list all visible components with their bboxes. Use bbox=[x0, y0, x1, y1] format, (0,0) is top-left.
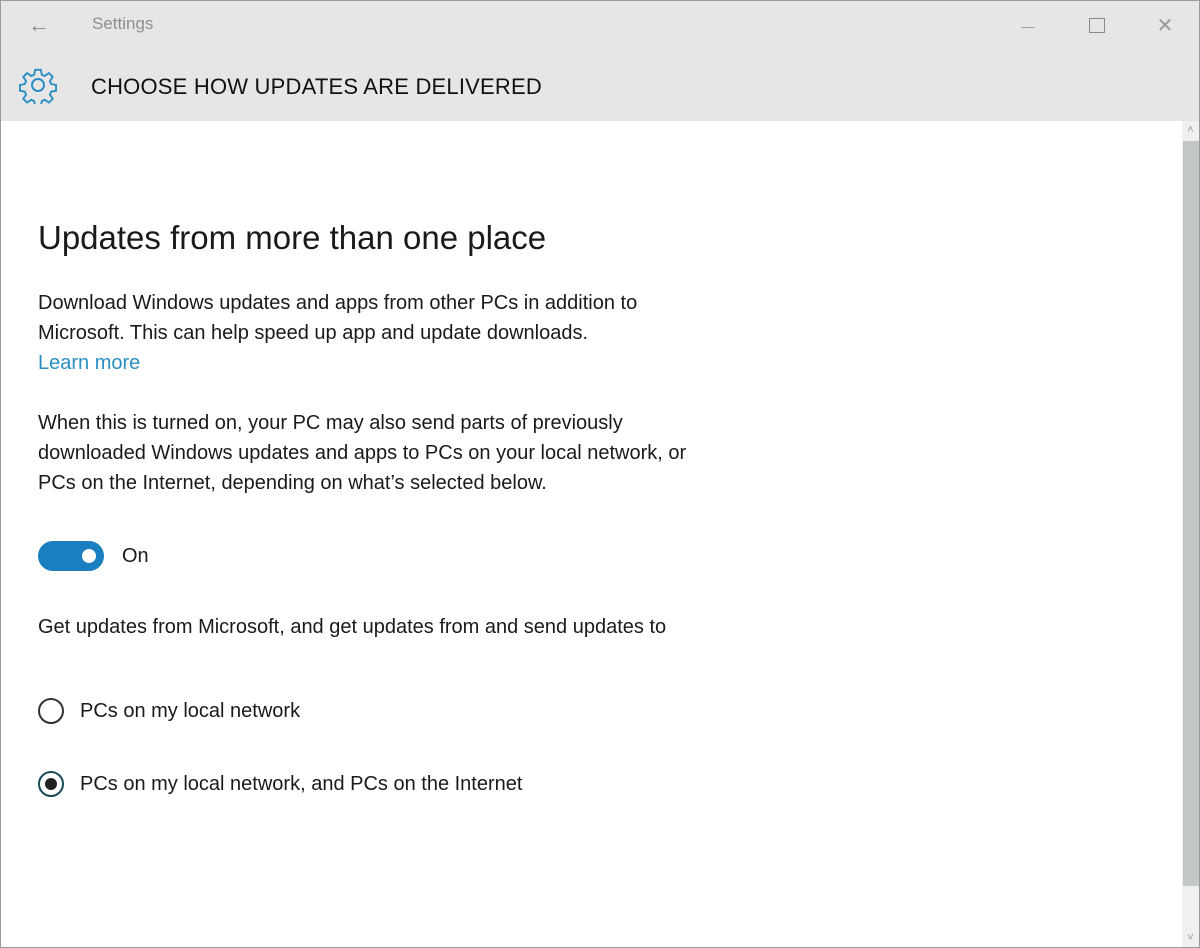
radio-local-and-internet[interactable]: PCs on my local network, and PCs on the … bbox=[38, 771, 522, 797]
app-title: Settings bbox=[92, 14, 154, 33]
delivery-optimization-toggle-row: On bbox=[38, 541, 149, 571]
info-text: When this is turned on, your PC may also… bbox=[38, 412, 687, 494]
maximize-button[interactable] bbox=[1074, 9, 1120, 41]
chevron-up-icon: ˄ bbox=[1187, 124, 1194, 136]
close-button[interactable]: ✕ bbox=[1142, 9, 1188, 41]
scroll-thumb[interactable] bbox=[1183, 141, 1199, 886]
description-text: Download Windows updates and apps from o… bbox=[38, 292, 638, 344]
toggle-state-label: On bbox=[122, 544, 149, 567]
radio-label: PCs on my local network, and PCs on the … bbox=[80, 772, 523, 795]
maximize-icon bbox=[1089, 17, 1105, 33]
minimize-button[interactable] bbox=[1005, 9, 1051, 41]
learn-more-link[interactable]: Learn more bbox=[38, 348, 140, 378]
radio-label: PCs on my local network bbox=[80, 699, 301, 722]
page-header: CHOOSE HOW UPDATES ARE DELIVERED bbox=[1, 49, 1199, 121]
scroll-up-button[interactable]: ˄ bbox=[1182, 121, 1199, 139]
settings-window: ← Settings ✕ CHOOSE HOW UPDATES ARE DELI… bbox=[0, 0, 1200, 948]
page-title: CHOOSE HOW UPDATES ARE DELIVERED bbox=[91, 74, 542, 99]
radio-prompt: Get updates from Microsoft, and get upda… bbox=[38, 616, 667, 638]
minimize-icon bbox=[1021, 26, 1035, 28]
toggle-knob bbox=[82, 549, 96, 563]
vertical-scrollbar[interactable]: ˄ ˅ bbox=[1182, 121, 1199, 947]
content-area: Updates from more than one place Downloa… bbox=[1, 121, 1183, 947]
delivery-optimization-toggle[interactable] bbox=[38, 541, 104, 571]
gear-icon bbox=[19, 68, 57, 104]
title-bar: ← Settings ✕ bbox=[1, 1, 1199, 49]
radio-button-checked[interactable] bbox=[38, 771, 64, 797]
close-icon: ✕ bbox=[1156, 14, 1174, 37]
radio-button-unchecked[interactable] bbox=[38, 698, 64, 724]
scroll-down-button[interactable]: ˅ bbox=[1182, 929, 1199, 947]
radio-local-network[interactable]: PCs on my local network bbox=[38, 698, 300, 724]
arrow-left-icon: ← bbox=[28, 12, 50, 37]
radio-dot bbox=[45, 778, 57, 790]
chevron-down-icon: ˅ bbox=[1187, 932, 1194, 944]
section-title: Updates from more than one place bbox=[38, 219, 547, 256]
back-button[interactable]: ← bbox=[19, 9, 59, 41]
